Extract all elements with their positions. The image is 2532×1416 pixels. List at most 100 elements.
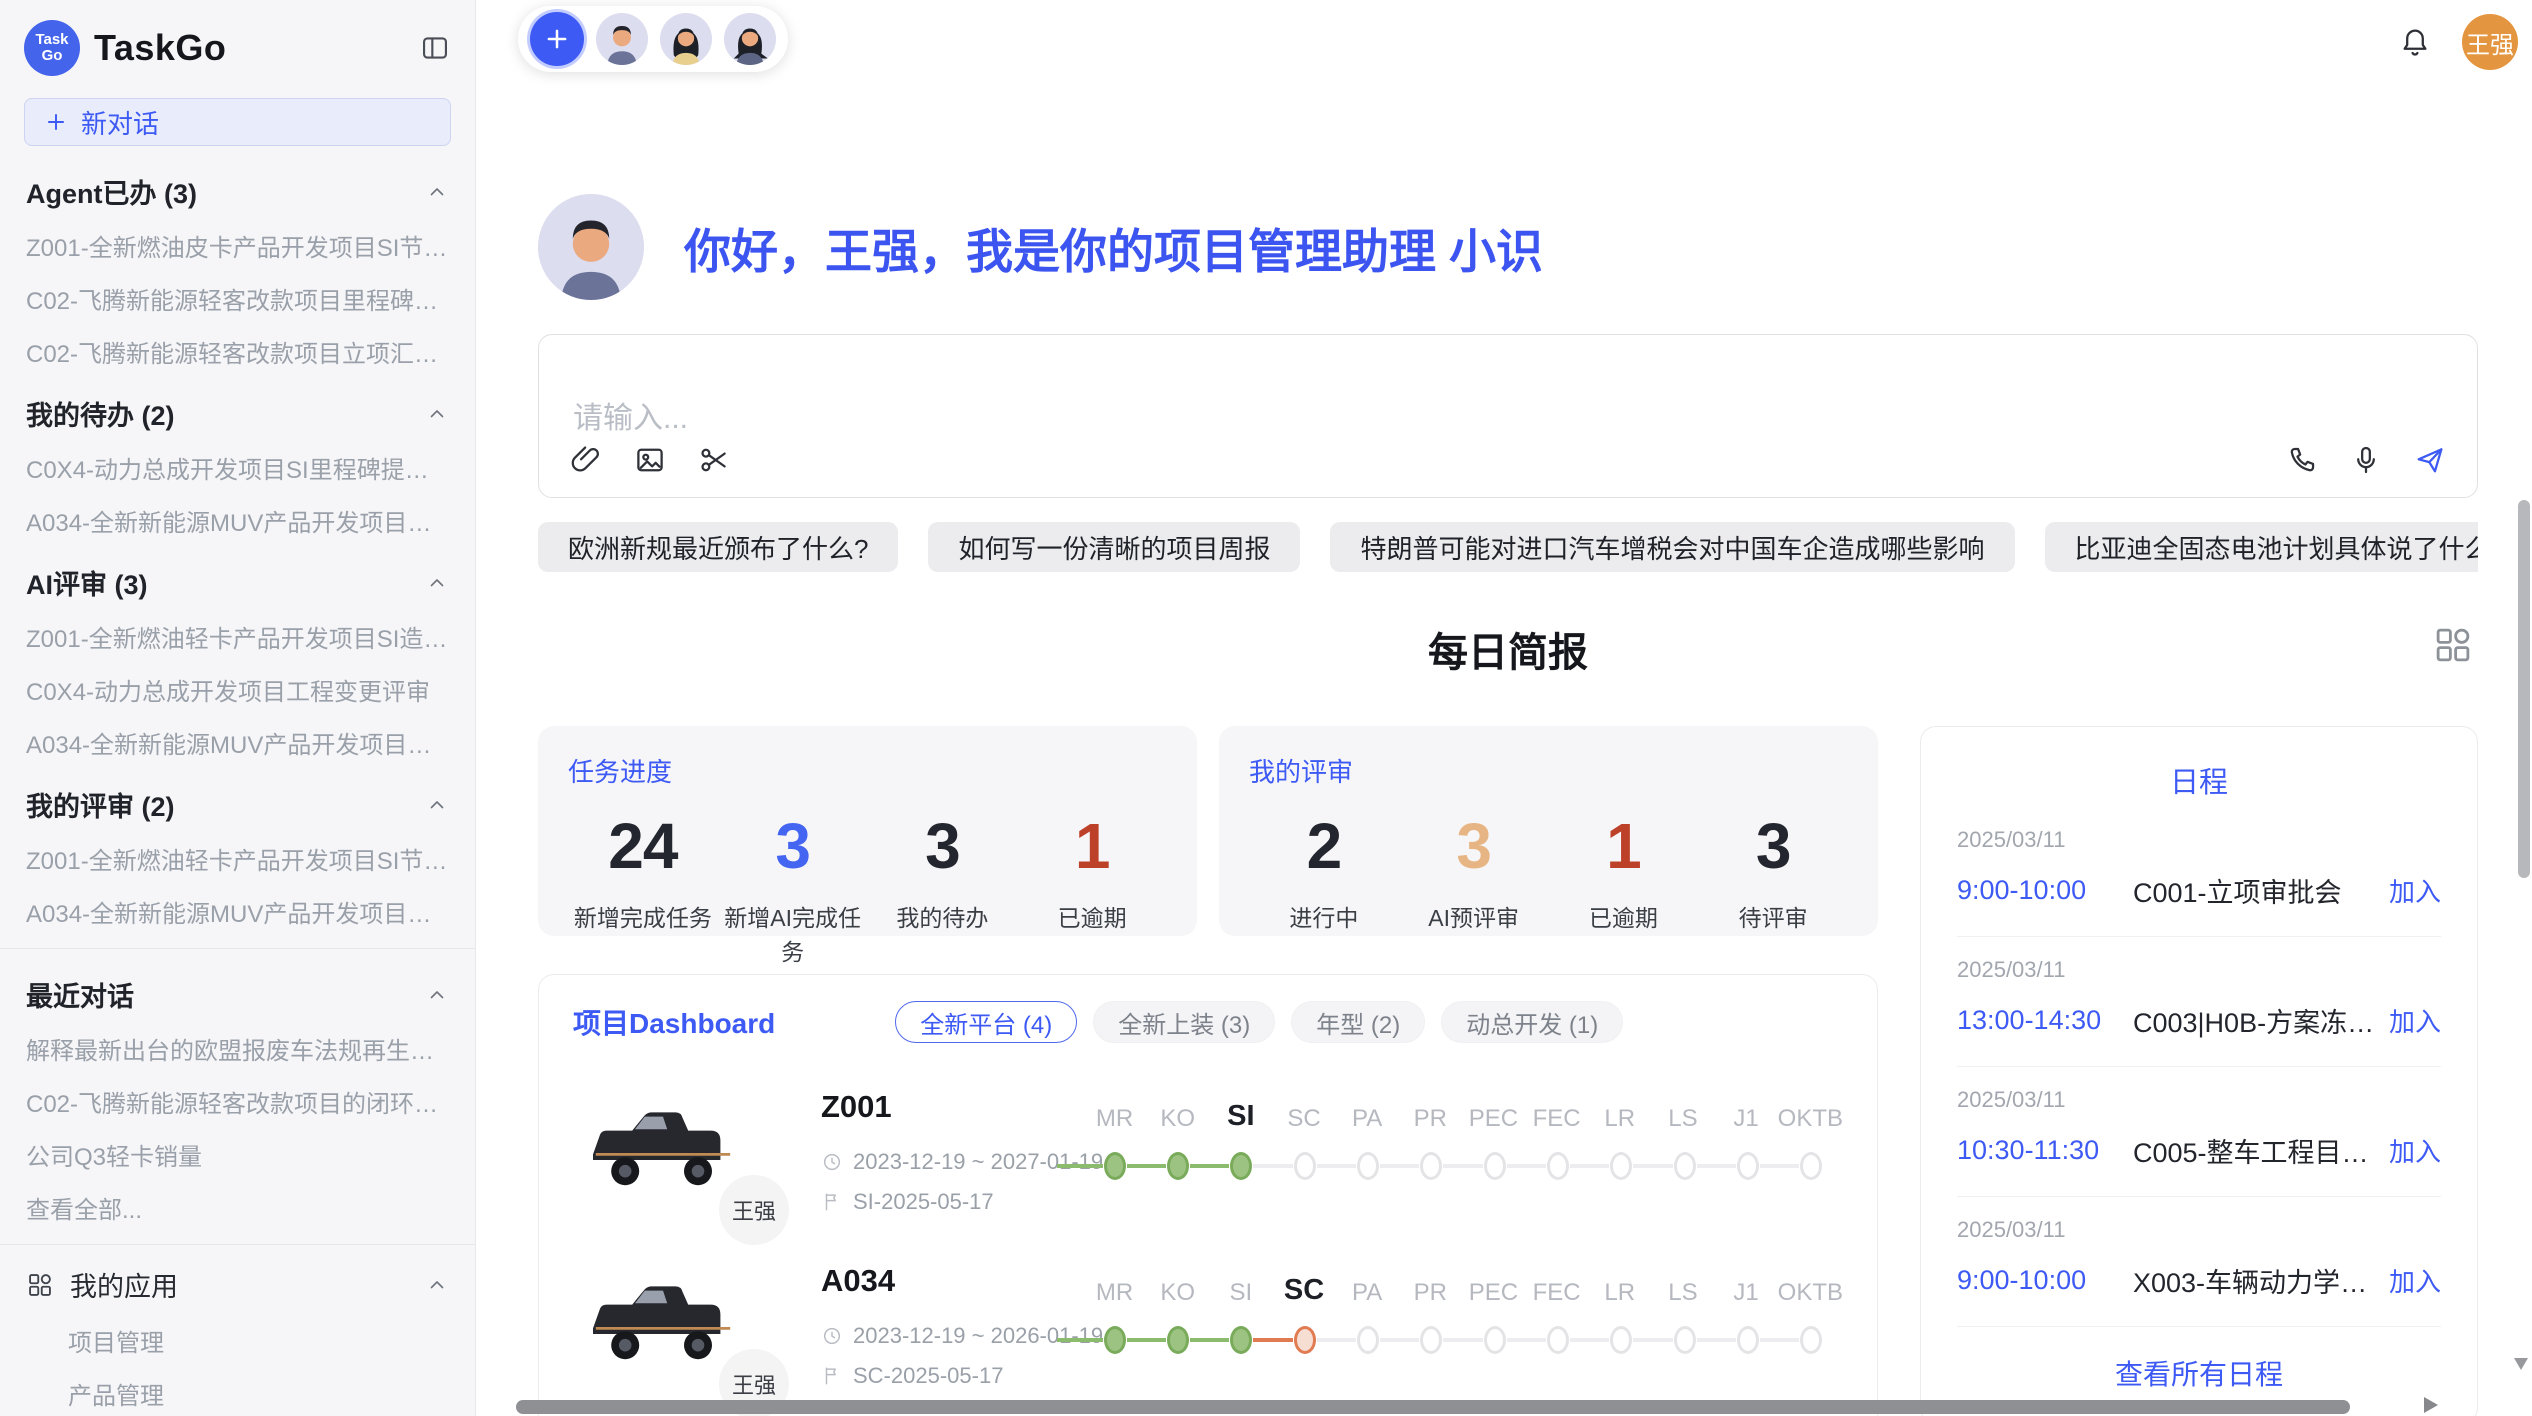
image-icon[interactable] [633,443,667,477]
dashboard-tab[interactable]: 年型 (2) [1291,1001,1425,1043]
chevron-up-icon[interactable] [425,983,449,1007]
milestone-track: MRKOSISCPAPRPECFECLRLSJ1OKTB [1083,1261,1843,1391]
milestone-label: LR [1588,1279,1651,1307]
notification-bell-icon[interactable] [2398,25,2432,59]
phone-icon[interactable] [2285,443,2319,477]
stat-label: 新增完成任务 [568,899,718,933]
sidebar-task-item[interactable]: Z001-全新燃油轻卡产品开发项目SI造型提交物评审 [24,610,451,663]
join-meeting-link[interactable]: 加入 [2389,872,2441,909]
recent-conversation-item[interactable]: C02-飞腾新能源轻客改款项目的闭环通告反馈情况 [24,1075,451,1128]
milestone-label: FEC [1525,1105,1588,1133]
team-member-avatar[interactable] [724,13,776,65]
scroll-right-arrow[interactable] [2424,1397,2438,1413]
stat-label: 待评审 [1698,899,1848,933]
stat-item: 3AI预评审 [1399,809,1549,933]
user-avatar[interactable]: 王强 [2462,14,2518,70]
sidebar-task-item[interactable]: A034-全新新能源MUV产品开发项目造型可行性评审 [24,885,451,938]
sidebar-task-item[interactable]: A034-全新新能源MUV产品开发项目法规符合性评审 [24,716,451,769]
milestone-cell [1400,1323,1463,1357]
dashboard-tab[interactable]: 动总开发 (1) [1441,1001,1623,1043]
app-item[interactable]: 项目管理 [24,1314,451,1367]
sidebar-task-item[interactable]: Z001-全新燃油皮卡产品开发项目SI节点Lesson Learn报告 [24,219,451,272]
chevron-up-icon[interactable] [425,793,449,817]
milestone-node [1674,1326,1696,1354]
recent-conversation-item[interactable]: 查看全部... [24,1181,451,1234]
sidebar-section-title: Agent已办 (3) [26,172,425,211]
milestone-dots [1083,1149,1843,1183]
microphone-icon[interactable] [2349,443,2383,477]
send-icon[interactable] [2413,443,2447,477]
sidebar-section-header[interactable]: AI评审 (3) [24,547,451,610]
sidebar-task-item[interactable]: C02-飞腾新能源轻客改款项目立项汇报方案 [24,325,451,378]
stat-item: 1已逾期 [1549,809,1699,933]
sidebar-task-item[interactable]: C0X4-动力总成开发项目工程变更评审 [24,663,451,716]
project-flag: SI-2025-05-17 [821,1189,1083,1215]
truck-image [579,1261,747,1379]
sidebar-task-item[interactable]: Z001-全新燃油轻卡产品开发项目SI节点属性5D文件评审 [24,832,451,885]
add-member-button[interactable] [530,12,584,66]
paperclip-icon[interactable] [569,443,603,477]
milestone-node [1674,1152,1696,1180]
milestone-cell [1273,1149,1336,1183]
flag-icon [821,1191,843,1213]
horizontal-scrollbar-thumb[interactable] [516,1400,2350,1414]
my-apps-label: 我的应用 [70,1265,409,1304]
sidebar-section-header[interactable]: 我的评审 (2) [24,769,451,832]
chat-input[interactable] [539,335,2477,443]
new-chat-button[interactable]: 新对话 [24,98,451,146]
sidebar-section-header[interactable]: Agent已办 (3) [24,156,451,219]
join-meeting-link[interactable]: 加入 [2389,1002,2441,1039]
sidebar-section-header[interactable]: 我的待办 (2) [24,378,451,441]
project-dashboard-card: 项目Dashboard 全新平台 (4)全新上装 (3)年型 (2)动总开发 (… [538,974,1878,1416]
milestone-node [1484,1326,1506,1354]
project-info: Z0012023-12-19 ~ 2027-01-19SI-2025-05-17 [821,1087,1083,1217]
layout-grid-icon[interactable] [2432,624,2474,666]
sidebar-recent-header[interactable]: 最近对话 [24,959,451,1022]
project-row: 王强Z0012023-12-19 ~ 2027-01-19SI-2025-05-… [573,1087,1843,1217]
stat-label: AI预评审 [1399,899,1549,933]
logo-line2: Go [42,48,63,64]
milestone-label: SC [1272,1105,1335,1133]
join-meeting-link[interactable]: 加入 [2389,1132,2441,1169]
collapse-sidebar-icon[interactable] [419,32,451,64]
dashboard-tab[interactable]: 全新上装 (3) [1093,1001,1275,1043]
chevron-up-icon[interactable] [425,180,449,204]
suggestion-chip[interactable]: 特朗普可能对进口汽车增税会对中国车企造成哪些影响 [1330,522,2014,572]
project-code: A034 [821,1263,1083,1299]
sidebar: Task Go TaskGo 新对话 Agent已办 (3)Z001-全新燃油皮… [0,0,476,1416]
recent-conversation-item[interactable]: 公司Q3轻卡销量 [24,1128,451,1181]
join-meeting-link[interactable]: 加入 [2389,1262,2441,1299]
milestone-cell [1590,1149,1653,1183]
recent-conversation-item[interactable]: 解释最新出台的欧盟报废车法规再生塑料比例被调至15%... [24,1022,451,1075]
clock-icon [821,1151,843,1173]
schedule-row: 10:30-11:30C005-整车工程目标评审加入 [1957,1131,2441,1170]
suggestion-chip[interactable]: 比亚迪全固态电池计划具体说了什么 [2045,522,2479,572]
schedule-date: 2025/03/11 [1957,1217,2441,1243]
scroll-down-arrow[interactable] [2514,1358,2528,1370]
view-all-schedule-link[interactable]: 查看所有日程 [1957,1327,2441,1399]
team-member-avatar[interactable] [596,13,648,65]
sidebar-task-item[interactable]: C0X4-动力总成开发项目SI里程碑提交物检查 [24,441,451,494]
stat-value: 3 [718,809,868,883]
plus-icon [542,24,572,54]
milestone-node [1294,1326,1316,1354]
team-member-avatar[interactable] [660,13,712,65]
milestone-label: PR [1399,1105,1462,1133]
sidebar-task-item[interactable]: A034-全新新能源MUV产品开发项目计划变更表编写 [24,494,451,547]
schedule-row: 9:00-10:00X003-车辆动力学性能验...加入 [1957,1261,2441,1300]
suggestion-chip[interactable]: 欧洲新规最近颁布了什么? [538,522,898,572]
chevron-up-icon[interactable] [425,402,449,426]
milestone-label: SC [1272,1274,1335,1307]
suggestion-chip[interactable]: 如何写一份清晰的项目周报 [928,522,1300,572]
app-window: Task Go TaskGo 新对话 Agent已办 (3)Z001-全新燃油皮… [0,0,2532,1416]
stat-card-title: 任务进度 [568,752,1167,789]
scissors-icon[interactable] [697,443,731,477]
app-item[interactable]: 产品管理 [24,1367,451,1416]
stat-value: 24 [568,809,718,883]
dashboard-tab[interactable]: 全新平台 (4) [895,1001,1077,1043]
sidebar-my-apps[interactable]: 我的应用 [24,1255,451,1314]
chevron-up-icon[interactable] [425,571,449,595]
vertical-scrollbar-thumb[interactable] [2518,500,2530,878]
chevron-up-icon[interactable] [425,1273,449,1297]
sidebar-task-item[interactable]: C02-飞腾新能源轻客改款项目里程碑画布 [24,272,451,325]
